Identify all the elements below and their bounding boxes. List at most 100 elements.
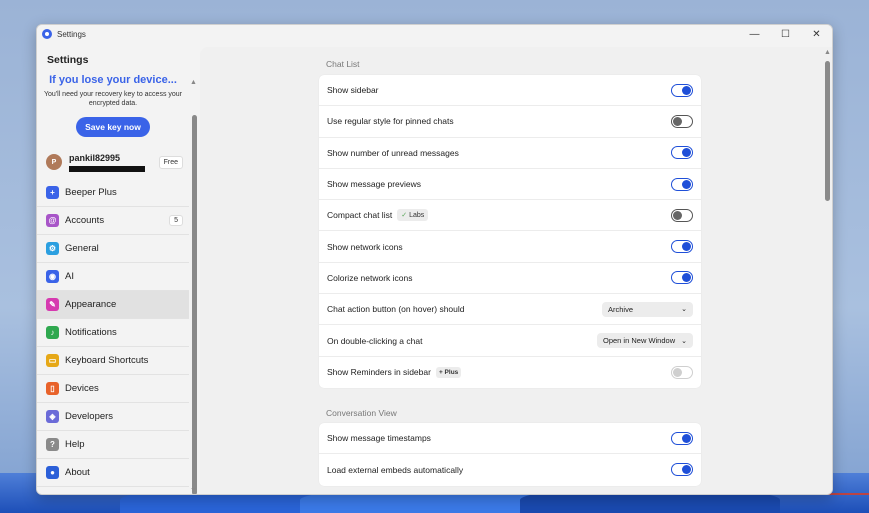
setting-label-text: On double-clicking a chat	[327, 335, 423, 346]
setting-label: Show message timestamps	[327, 433, 671, 443]
setting-row: Compact chat list ✓ Labs	[319, 200, 701, 232]
save-key-button[interactable]: Save key now	[76, 117, 150, 137]
redacted-email	[69, 165, 145, 172]
setting-row: Colorize network icons	[319, 263, 701, 295]
window-title: Settings	[57, 29, 86, 39]
toggle-switch[interactable]	[671, 431, 693, 445]
sidebar-item-label: AI	[65, 271, 74, 282]
setting-label-text: Show number of unread messages	[327, 147, 459, 158]
toggle-switch[interactable]	[671, 271, 693, 285]
plus-icon: +	[46, 186, 59, 199]
setting-label-text: Compact chat list	[327, 210, 393, 221]
sidebar-item-label: Keyboard Shortcuts	[65, 355, 149, 366]
sidebar-item-keyboard-shortcuts[interactable]: ▭ Keyboard Shortcuts	[37, 347, 189, 375]
content-scroll-thumb[interactable]	[825, 61, 830, 201]
window-controls: — ☐ ✕	[739, 25, 832, 43]
code-icon: ◈	[46, 410, 59, 423]
setting-row: Show Reminders in sidebar + Plus	[319, 357, 701, 388]
sidebar-item-help[interactable]: ? Help	[37, 431, 189, 459]
minimize-button[interactable]: —	[739, 25, 770, 43]
content-scrollbar[interactable]: ▲	[823, 47, 832, 494]
recovery-title: If you lose your device...	[49, 74, 177, 86]
setting-label-text: Use regular style for pinned chats	[327, 116, 454, 127]
avatar: P	[46, 154, 62, 170]
toggle-switch[interactable]	[671, 208, 693, 222]
scroll-up-icon[interactable]: ▲	[190, 79, 197, 86]
setting-label: Show message previews	[327, 179, 671, 189]
sidebar-item-notifications[interactable]: ♪ Notifications	[37, 319, 189, 347]
toggle-switch[interactable]	[671, 463, 693, 477]
close-button[interactable]: ✕	[801, 25, 832, 43]
setting-label: Chat action button (on hover) should	[327, 304, 602, 314]
setting-label: Show Reminders in sidebar + Plus	[327, 366, 671, 378]
toggle-switch[interactable]	[671, 177, 693, 191]
setting-row: Use regular style for pinned chats	[319, 106, 701, 138]
brush-icon: ✎	[46, 298, 59, 311]
conversation-view-card: Show message timestamps Load external emb…	[319, 423, 701, 486]
setting-row: Chat action button (on hover) should Arch…	[319, 294, 701, 326]
setting-label-text: Show Reminders in sidebar	[327, 367, 431, 378]
setting-label-text: Show message previews	[327, 179, 422, 190]
sidebar-item-label: Notifications	[65, 327, 117, 338]
sidebar-item-label: Devices	[65, 383, 99, 394]
section-title-conversation-view: Conversation View	[326, 408, 397, 418]
setting-row: Load external embeds automatically	[319, 454, 701, 485]
sidebar-item-ai[interactable]: ◉ AI	[37, 263, 189, 291]
scroll-down-icon[interactable]: ▼	[190, 487, 197, 494]
setting-label: Show network icons	[327, 242, 671, 252]
bell-icon: ♪	[46, 326, 59, 339]
user-account-row[interactable]: P pankil82995 Free	[37, 149, 189, 175]
settings-sidebar: Settings If you lose your device... You'…	[37, 43, 189, 494]
chevron-down-icon: ⌄	[681, 337, 687, 345]
sidebar-item-devices[interactable]: ▯ Devices	[37, 375, 189, 403]
setting-label-text: Chat action button (on hover) should	[327, 304, 465, 315]
sidebar-item-appearance[interactable]: ✎ Appearance	[37, 291, 189, 319]
setting-row: Show network icons	[319, 231, 701, 263]
keyboard-icon: ▭	[46, 354, 59, 367]
sidebar-item-beeper-plus[interactable]: + Beeper Plus	[37, 179, 189, 207]
chat-list-card: Show sidebar Use regular style for pinned…	[319, 75, 701, 388]
setting-row: Show message previews	[319, 169, 701, 201]
setting-label: Show sidebar	[327, 85, 671, 95]
setting-label-text: Show network icons	[327, 241, 403, 252]
help-icon: ?	[46, 438, 59, 451]
setting-row: Show sidebar	[319, 75, 701, 107]
setting-label: On double-clicking a chat	[327, 336, 597, 346]
phone-icon: ▯	[46, 382, 59, 395]
sidebar-item-accounts[interactable]: @ Accounts 5	[37, 207, 189, 235]
toggle-switch[interactable]	[671, 146, 693, 160]
user-info: pankil82995	[69, 153, 159, 172]
dropdown-select[interactable]: Archive ⌄	[602, 301, 693, 317]
maximize-button[interactable]: ☐	[770, 25, 801, 43]
toggle-switch[interactable]	[671, 83, 693, 97]
labs-badge: ✓ Labs	[397, 209, 429, 222]
sidebar-item-about[interactable]: ● About	[37, 459, 189, 487]
setting-label-text: Show message timestamps	[327, 433, 431, 444]
at-icon: @	[46, 214, 59, 227]
check-icon: ✓	[401, 212, 408, 220]
sidebar-item-label: Beeper Plus	[65, 187, 117, 198]
setting-label: Show number of unread messages	[327, 148, 671, 158]
beeper-app-icon	[42, 29, 52, 39]
dropdown-value: Open in New Window	[603, 336, 676, 346]
setting-label-text: Show sidebar	[327, 85, 379, 96]
plan-badge: Free	[158, 155, 183, 169]
setting-row: On double-clicking a chat Open in New Win…	[319, 325, 701, 357]
sidebar-scrollbar[interactable]: ▲ ▼	[189, 43, 200, 494]
section-title-chat-list: Chat List	[326, 59, 360, 69]
toggle-switch[interactable]	[671, 240, 693, 254]
sidebar-scroll-thumb[interactable]	[192, 115, 197, 494]
robot-icon: ◉	[46, 270, 59, 283]
settings-content: Chat List Show sidebar Use regular style …	[200, 47, 826, 494]
title-bar[interactable]: Settings — ☐ ✕	[37, 25, 832, 43]
sidebar-item-general[interactable]: ⚙ General	[37, 235, 189, 263]
sidebar-item-label: Appearance	[65, 299, 117, 310]
chevron-down-icon: ⌄	[681, 306, 687, 314]
sidebar-item-developers[interactable]: ◈ Developers	[37, 403, 189, 431]
sidebar-item-label: About	[65, 467, 90, 478]
count-badge: 5	[169, 215, 183, 226]
scroll-up-icon[interactable]: ▲	[824, 49, 831, 56]
dropdown-select[interactable]: Open in New Window ⌄	[597, 333, 693, 349]
toggle-switch[interactable]	[671, 114, 693, 128]
settings-window: Settings — ☐ ✕ Settings If you lose your…	[36, 24, 833, 495]
